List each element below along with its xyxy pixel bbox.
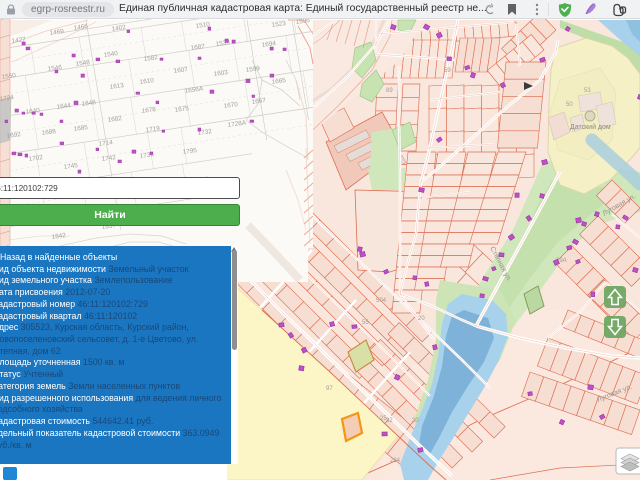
svg-text:284: 284: [390, 458, 401, 464]
svg-text:89: 89: [386, 88, 393, 94]
svg-text:20: 20: [418, 316, 425, 322]
svg-text:30: 30: [412, 418, 419, 424]
svg-text:50: 50: [566, 102, 573, 108]
svg-text:25: 25: [380, 416, 387, 422]
svg-text:55: 55: [362, 320, 369, 326]
svg-text:504: 504: [376, 298, 387, 304]
svg-text:97: 97: [326, 386, 333, 392]
svg-text:32: 32: [386, 418, 393, 424]
svg-text:53: 53: [584, 88, 591, 94]
svg-text:Датский дом: Датский дом: [570, 123, 611, 131]
svg-text:59: 59: [444, 68, 451, 74]
